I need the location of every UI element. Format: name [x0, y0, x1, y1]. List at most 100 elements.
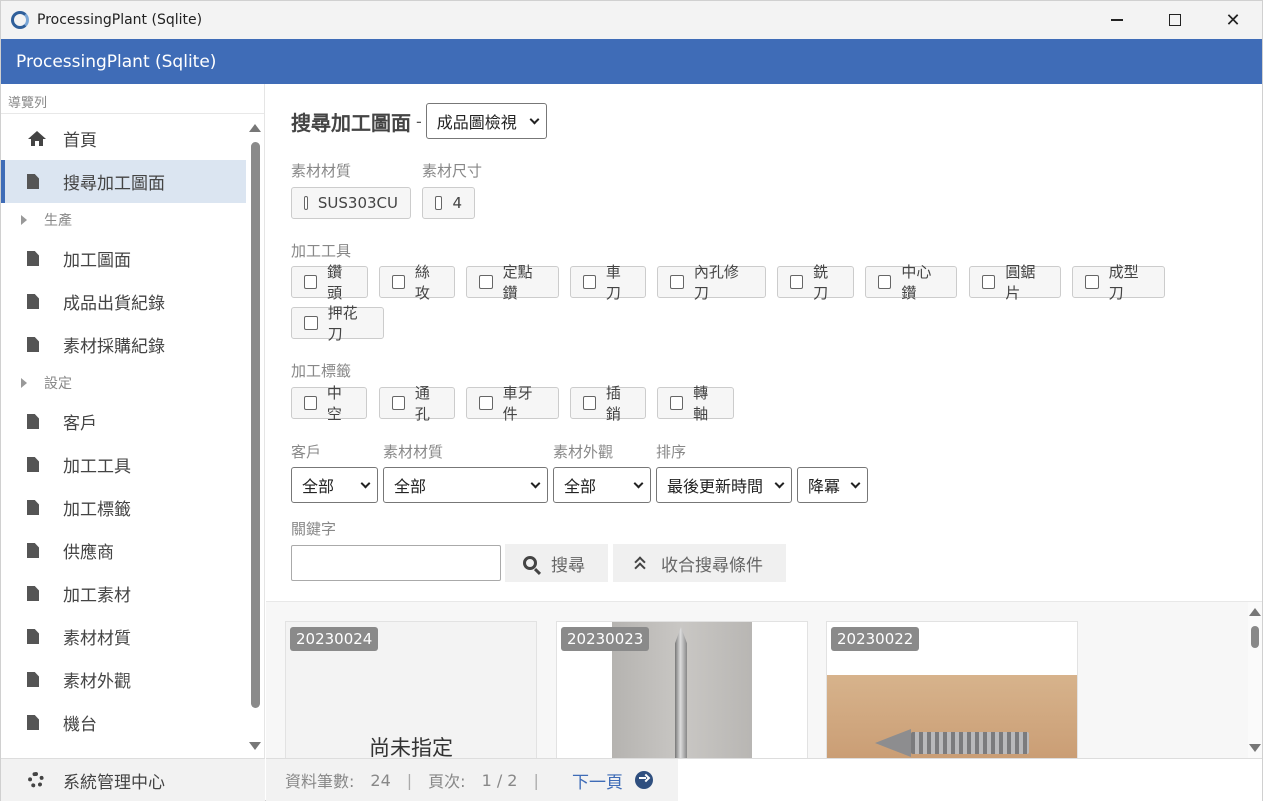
sidebar-item-customers[interactable]: 客戶 [1, 400, 246, 443]
page-label: 頁次: [428, 772, 466, 791]
tool-checkbox[interactable]: 圓鋸片 [969, 263, 1061, 302]
tag-checkbox[interactable]: 車牙件 [466, 384, 559, 423]
chevron-down-icon [529, 114, 540, 124]
checkbox-label: 鑽頭 [327, 263, 343, 302]
scroll-up-icon[interactable] [1249, 608, 1261, 616]
sidebar-item-purchases[interactable]: 素材採購紀錄 [1, 323, 246, 366]
tool-checkbox[interactable]: 絲攻 [379, 263, 455, 302]
arrow-right-circle-icon [635, 771, 653, 789]
close-icon: ✕ [1225, 9, 1241, 31]
maximize-button[interactable] [1146, 1, 1204, 39]
appearance-select[interactable]: 全部 [553, 467, 651, 503]
tool-checkbox[interactable]: 車刀 [570, 263, 646, 302]
tool-checkbox[interactable]: 成型刀 [1072, 263, 1165, 302]
chevron-down-icon [633, 478, 644, 488]
keyword-label: 關鍵字 [291, 520, 337, 538]
customer-select[interactable]: 全部 [291, 467, 378, 503]
sidebar-group-label: 設定 [44, 376, 72, 392]
record-count-value: 24 [370, 770, 391, 790]
sidebar-item-material-types[interactable]: 素材材質 [1, 615, 246, 658]
bolt-thread-image [911, 732, 1029, 754]
tag-checkbox[interactable]: 中空 [291, 384, 367, 423]
scroll-down-icon[interactable] [249, 742, 261, 750]
checkbox-label: 中心鑽 [901, 263, 932, 302]
scrollbar-thumb[interactable] [1251, 626, 1259, 648]
material-label: 素材材質 [291, 162, 352, 180]
order-select[interactable]: 降冪 [797, 467, 868, 503]
card-id-badge: 20230023 [561, 627, 650, 651]
results-grid: 20230024 尚未指定 20230023 20230022 [266, 602, 1262, 758]
document-icon [27, 586, 57, 601]
size-checkbox[interactable]: 4 [422, 187, 475, 219]
checkbox-icon [670, 275, 684, 289]
order-select-value: 降冪 [808, 477, 841, 496]
checkbox-icon [583, 275, 596, 289]
sidebar-item-raw-materials[interactable]: 加工素材 [1, 572, 246, 615]
card-id-badge: 20230024 [290, 627, 379, 651]
scrollbar-thumb[interactable] [251, 142, 260, 708]
chevron-down-icon [774, 478, 785, 488]
sidebar-item-search-drawings[interactable]: 搜尋加工圖面 [1, 160, 246, 203]
sidebar-item-material-appearance[interactable]: 素材外觀 [1, 658, 246, 701]
sidebar-caption: 導覽列 [1, 84, 264, 114]
sidebar-item-drawings[interactable]: 加工圖面 [1, 237, 246, 280]
sidebar-item-tags[interactable]: 加工標籤 [1, 486, 246, 529]
keyword-input[interactable] [291, 545, 501, 581]
checkbox-icon [392, 275, 405, 289]
result-card[interactable]: 20230024 尚未指定 [285, 621, 537, 758]
tag-checkbox[interactable]: 轉軸 [657, 384, 734, 423]
double-chevron-up-icon [633, 556, 647, 570]
scroll-up-icon[interactable] [249, 124, 261, 132]
collapse-filters-button[interactable]: 收合搜尋條件 [613, 544, 786, 582]
checkbox-label: 絲攻 [414, 263, 430, 302]
results-scrollbar[interactable] [1248, 602, 1262, 758]
sidebar-group-production[interactable]: 生產 [1, 203, 246, 237]
appearance-select-value: 全部 [564, 477, 597, 496]
sidebar-item-label: 供應商 [63, 543, 114, 563]
sidebar-item-suppliers[interactable]: 供應商 [1, 529, 246, 572]
close-button[interactable]: ✕ [1204, 1, 1262, 39]
sidebar-item-label: 素材採購紀錄 [63, 337, 165, 357]
sidebar-item-tools[interactable]: 加工工具 [1, 443, 246, 486]
checkbox-icon [304, 275, 318, 289]
material-select[interactable]: 全部 [383, 467, 548, 503]
scroll-down-icon[interactable] [1249, 744, 1261, 752]
tag-checkbox[interactable]: 通孔 [379, 384, 455, 423]
sidebar-group-label: 生產 [44, 213, 72, 229]
checkbox-label: 定點鑽 [502, 263, 533, 302]
system-admin-button[interactable]: 系統管理中心 [1, 758, 265, 801]
sidebar-item-label: 成品出貨紀錄 [63, 294, 165, 314]
expand-triangle-icon [21, 378, 27, 388]
next-page-button[interactable]: 下一頁 [558, 759, 667, 801]
tool-checkbox[interactable]: 中心鑽 [865, 263, 957, 302]
sidebar-item-shipments[interactable]: 成品出貨紀錄 [1, 280, 246, 323]
document-icon [27, 543, 57, 558]
sidebar-item-label: 素材外觀 [63, 672, 131, 692]
sidebar-scrollbar[interactable] [247, 120, 263, 756]
minimize-button[interactable] [1088, 1, 1146, 39]
sort-select[interactable]: 最後更新時間 [656, 467, 792, 503]
tool-checkbox[interactable]: 銑刀 [777, 263, 854, 302]
minimize-icon [1111, 19, 1123, 21]
sidebar-item-home[interactable]: 首頁 [1, 117, 246, 160]
next-page-label: 下一頁 [572, 772, 623, 793]
tool-checkbox[interactable]: 內孔修刀 [657, 263, 766, 302]
document-icon [27, 457, 57, 472]
system-admin-label: 系統管理中心 [63, 772, 165, 793]
tool-checkbox[interactable]: 定點鑽 [466, 263, 559, 302]
tool-checkbox[interactable]: 鑽頭 [291, 263, 368, 302]
checkbox-label: 押花刀 [327, 304, 358, 343]
search-button[interactable]: 搜尋 [505, 544, 608, 582]
result-card[interactable]: 20230022 [826, 621, 1078, 758]
sidebar-item-machines[interactable]: 機台 [1, 701, 246, 744]
material-checkbox[interactable]: SUS303CU [291, 187, 411, 219]
result-card[interactable]: 20230023 [556, 621, 808, 758]
view-mode-select[interactable]: 成品圖檢視 [425, 103, 547, 139]
tag-checkbox[interactable]: 插銷 [570, 384, 646, 423]
sidebar-item-label: 加工標籤 [63, 500, 131, 520]
tool-checkbox[interactable]: 押花刀 [291, 304, 384, 343]
document-icon [27, 414, 57, 429]
sidebar-group-settings[interactable]: 設定 [1, 366, 246, 400]
checkbox-icon [304, 316, 318, 330]
checkbox-label: 內孔修刀 [693, 263, 739, 302]
